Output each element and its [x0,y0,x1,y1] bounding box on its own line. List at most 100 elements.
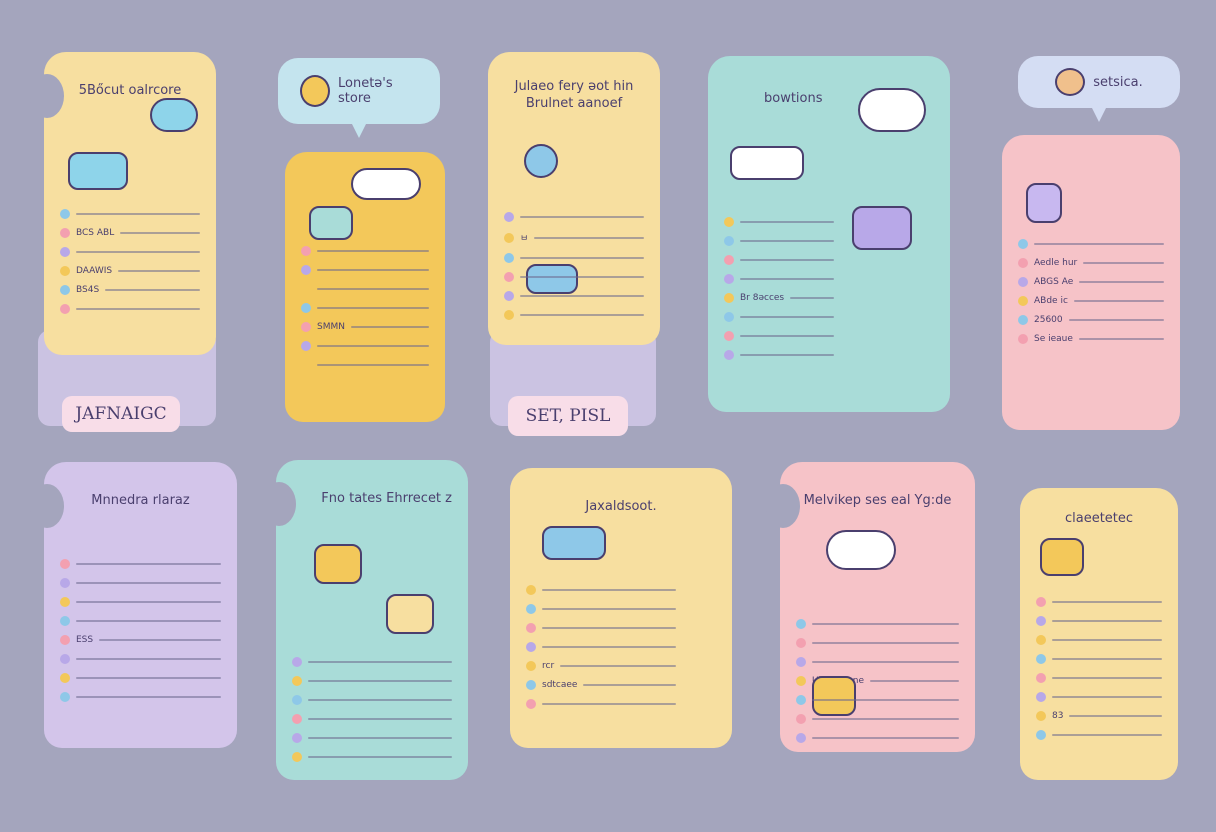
ticket-icon [730,146,804,180]
card-8[interactable]: Jaxaldsoot. rcr sdtcaee [510,468,732,748]
list-item [526,585,676,595]
text-line [1052,601,1162,603]
list-item-label: rcr [542,661,555,671]
list-item [292,695,452,705]
list-item-label: BS4S [76,285,100,295]
list-item [796,638,959,648]
cloud-icon [858,88,926,132]
list-item-label: 25600 [1034,315,1063,325]
bullet-icon [1036,673,1046,683]
text-line [740,335,834,337]
list-item: Aedle hur [1018,258,1164,268]
bullet-icon [796,657,806,667]
bullet-icon [724,293,734,303]
text-line [812,699,959,701]
list-item [292,676,452,686]
list-item-label: sdtcaee [542,680,578,690]
bullet-icon [504,232,514,243]
face-icon [1055,68,1086,96]
bullet-icon [60,285,70,295]
card-1[interactable]: 5Bőcut oalrcore BCS ABL DAAWIS BS4S [30,52,216,355]
list-item: Se ieaue [1018,334,1164,344]
list-item: Br 8ǝcces [724,293,834,303]
bullet-icon [292,657,302,667]
card-rows: Br 8ǝcces [724,217,834,360]
list-item: DAAWIS [60,266,200,276]
text-line [740,278,834,280]
bullet-icon [301,360,311,370]
bullet-icon [301,341,311,351]
text-line [812,718,959,720]
list-item: ESS [60,635,221,645]
card-5[interactable]: Aedle hur ABGS Ae ABde ic 25600 Se ieaue [1002,135,1180,430]
text-line [740,240,834,242]
card-10[interactable]: claeetetec 83 [1020,488,1178,780]
bullet-icon [796,733,806,743]
bullet-icon [1018,334,1028,344]
bullet-icon [504,310,514,320]
card-7[interactable]: Fno tates Ehrrecet z [262,460,468,780]
bullet-icon [1036,616,1046,626]
list-item [504,310,644,320]
bullet-icon [60,209,70,219]
text-line [317,288,429,290]
text-line [812,642,959,644]
bullet-icon [1018,296,1028,306]
bullet-icon [1036,654,1046,664]
list-item: rcr [526,661,676,671]
text-line [76,677,221,679]
text-line [560,665,676,667]
list-item [724,255,834,265]
list-item [1036,730,1162,740]
card-title: Julaeo fery ǝot hin Brulnet aanoef [514,79,634,111]
card-4[interactable]: bowtions Br 8ǝcces [708,56,950,412]
text-line [740,221,834,223]
text-line [542,703,676,705]
bullet-icon [796,714,806,724]
text-line [740,354,834,356]
text-line [740,259,834,261]
card-rows: BCS ABL DAAWIS BS4S [60,209,200,314]
bullet-icon [504,212,514,222]
text-line [583,684,676,686]
bubble-tail [350,122,367,138]
card-9[interactable]: Melvikep ses eal Yg:de Uker Beane [766,462,975,752]
text-line [1052,734,1162,736]
bullet-icon [504,272,514,282]
card-title: Jaxaldsoot. [585,499,657,514]
list-item [1036,616,1162,626]
bullet-icon [60,692,70,702]
text-line [308,699,452,701]
card-2[interactable]: SMMN [285,152,445,422]
list-item: ABGS Ae [1018,277,1164,287]
bullet-icon [1036,711,1046,721]
speech-bubble: Lonetǝ's store [278,58,440,138]
bullet-icon [724,217,734,227]
list-item-label: Se ieaue [1034,334,1073,344]
list-item [60,654,221,664]
bullet-icon [301,322,311,332]
list-item [1036,673,1162,683]
card-6[interactable]: Mnnedra rlaraz ESS [30,462,237,748]
card-rows [292,657,452,762]
card-3[interactable]: Julaeo fery ǝot hin Brulnet aanoef ㅂ [488,52,660,345]
bullet-icon [526,585,536,595]
card-title: Mnnedra rlaraz [91,493,190,508]
list-item [60,247,200,257]
bubble-tail [1090,106,1107,122]
text-line [542,627,676,629]
list-item [526,604,676,614]
list-item-label: ABGS Ae [1034,277,1074,287]
bullet-icon [60,673,70,683]
list-item-label: SMMN [317,322,345,332]
text-line [308,718,452,720]
text-line [1079,281,1164,283]
text-line [520,257,644,259]
text-line [1069,715,1162,717]
list-item [1036,597,1162,607]
list-item [504,253,644,263]
list-item [796,657,959,667]
text-line [308,737,452,739]
card-notch [30,74,64,118]
list-item [60,616,221,626]
